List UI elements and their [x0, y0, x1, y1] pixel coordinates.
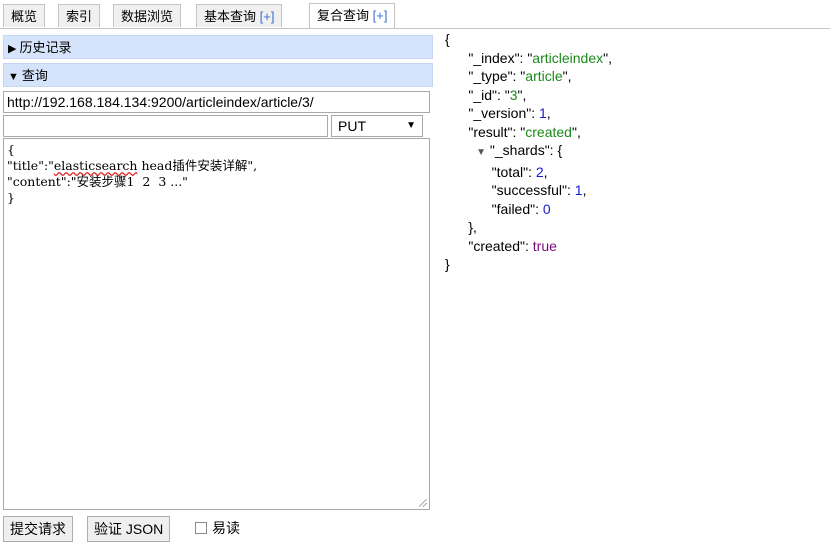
json-line: "_type": "article", [445, 68, 572, 84]
query-header[interactable]: ▼ 查询 [3, 63, 433, 87]
tab-compound-query[interactable]: 复合查询 [+] [309, 3, 396, 28]
tab-plus[interactable]: [+] [373, 8, 388, 23]
json-line: "_index": "articleindex", [445, 49, 612, 66]
triangle-down-icon: ▼ [8, 71, 19, 83]
json-line: "failed": 0 [445, 200, 551, 217]
tab-basic-query[interactable]: 基本查询 [+] [196, 4, 283, 27]
json-line: "_version": 1, [445, 105, 551, 121]
json-line: { [445, 31, 450, 47]
body-line: "content":"安装步骤1 2 3 ..." [7, 174, 188, 189]
request-body-textarea[interactable]: { "title":"elasticsearch head插件安装详解", "c… [3, 138, 430, 510]
readable-label: 易读 [212, 520, 240, 536]
readable-checkbox[interactable] [195, 522, 207, 534]
submit-request-button[interactable]: 提交请求 [3, 516, 73, 542]
triangle-right-icon: ▶ [8, 43, 17, 55]
tab-plus[interactable]: [+] [260, 9, 275, 24]
tab-label: 概览 [11, 9, 38, 24]
json-line: "successful": 1, [445, 182, 587, 198]
body-line-spellcheck: elasticsearch [53, 158, 138, 173]
query-label: 查询 [21, 68, 48, 83]
method-select[interactable]: PUT ▼ [331, 115, 423, 137]
json-line: "_id": "3", [445, 86, 527, 103]
path-input[interactable] [3, 115, 328, 137]
validate-json-button[interactable]: 验证 JSON [87, 516, 171, 542]
url-input[interactable]: http://192.168.184.134:9200/articleindex… [3, 91, 430, 113]
tab-indices[interactable]: 索引 [58, 4, 101, 27]
tab-overview[interactable]: 概览 [3, 4, 46, 27]
tab-browser[interactable]: 数据浏览 [113, 4, 182, 27]
body-line: { [7, 142, 15, 157]
json-line: ▼ "_shards": { [476, 142, 563, 158]
dropdown-arrow-icon: ▼ [406, 120, 416, 131]
collapse-triangle-icon[interactable]: ▼ [476, 147, 486, 158]
json-line: }, [468, 219, 477, 235]
query-panel: ▶ 历史记录 ▼ 查询 http://192.168.184.134:9200/ar… [0, 33, 436, 548]
resize-grip-icon[interactable] [419, 499, 427, 507]
response-json: { "_index": "articleindex", "_type": "ar… [445, 30, 612, 274]
json-line: "created": true [445, 237, 557, 254]
method-value: PUT [338, 118, 366, 134]
body-line: "title":" [7, 158, 54, 173]
json-line: "result": "created", [445, 123, 581, 140]
body-line: head插件安装详解", [137, 158, 258, 173]
tab-bar: 概览 索引 数据浏览 基本查询 [+] 复合查询 [+] [0, 0, 830, 29]
tab-label: 复合查询 [317, 8, 373, 23]
body-line: } [7, 190, 15, 205]
tab-label: 基本查询 [204, 9, 260, 24]
json-line: "total": 2, [445, 163, 548, 180]
json-line: } [445, 256, 450, 272]
tab-label: 数据浏览 [121, 9, 174, 24]
tab-label: 索引 [66, 9, 93, 24]
history-label: 历史记录 [19, 40, 72, 55]
history-header[interactable]: ▶ 历史记录 [3, 35, 433, 59]
